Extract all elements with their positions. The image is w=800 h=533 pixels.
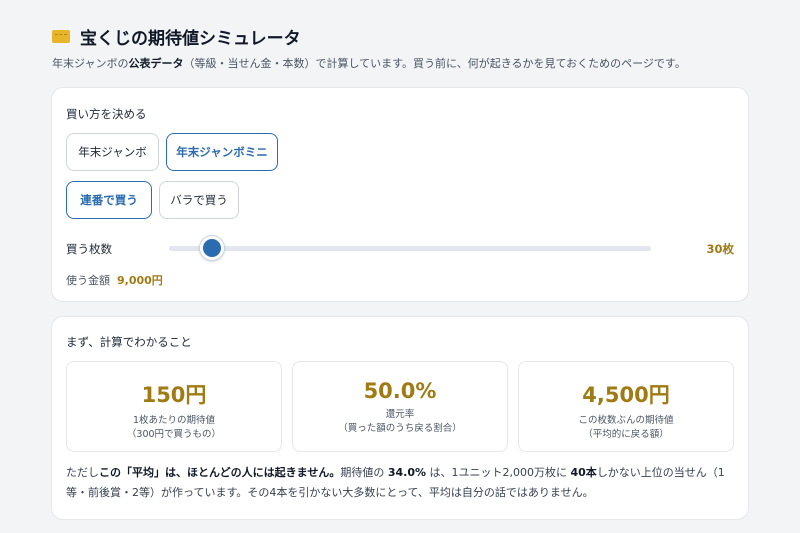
method-option-random[interactable]: バラで買う (159, 181, 239, 219)
stat-return-rate: 50.0% 還元率 （買った額のうち戻る割合） (292, 361, 508, 452)
stat-caption: この枚数ぶんの期待値 （平均的に戻る額） (519, 414, 733, 442)
lottery-option-jumbo[interactable]: 年末ジャンボ (66, 133, 159, 171)
quantity-slider-track[interactable] (169, 246, 651, 251)
page-header: 宝くじの期待値シミュレータ (52, 24, 301, 49)
stat-caption-line: 1枚あたりの期待値 (132, 415, 216, 426)
stat-expected-per-ticket: 150円 1枚あたりの期待値 （300円で買うもの） (66, 361, 282, 452)
stat-caption-line: （300円で買うもの） (126, 429, 222, 440)
note-text: ただし (66, 466, 99, 479)
note-emphasis: この「平均」は、ほとんどの人には起きません。 (99, 466, 341, 479)
stat-caption-line: この枚数ぶんの期待値 (578, 415, 674, 426)
quantity-label: 買う枚数 (66, 242, 112, 256)
note-emphasis: 34.0% (387, 466, 427, 479)
quantity-slider-thumb[interactable] (200, 236, 225, 260)
ticket-icon (52, 30, 70, 43)
stat-value: 50.0% (363, 379, 437, 403)
results-card: まず、計算でわかること 150円 1枚あたりの期待値 （300円で買うもの） 50… (51, 316, 749, 520)
note-emphasis: 40本 (570, 466, 597, 479)
subtitle-text: 年末ジャンボの (52, 57, 129, 70)
stat-value: 4,500円 (582, 383, 670, 407)
quantity-value: 30枚 (706, 242, 734, 256)
amount-label: 使う金額 (66, 274, 110, 287)
stat-expected-total: 4,500円 この枚数ぶんの期待値 （平均的に戻る額） (518, 361, 734, 452)
stat-caption: 還元率 （買った額のうち戻る割合） (293, 408, 507, 436)
stat-value: 150円 (141, 383, 207, 407)
subtitle-emphasis: 公表データ (128, 57, 184, 70)
purchase-card: 買い方を決める 年末ジャンボ 年末ジャンボミニ 連番で買う バラで買う 買う枚数… (51, 87, 749, 302)
amount-row: 使う金額 9,000円 (66, 272, 163, 288)
subtitle-text-rest: （等級・当せん金・本数）で計算しています。買う前に、何が起きるかを見ておくための… (183, 57, 686, 70)
amount-value: 9,000円 (117, 274, 163, 287)
page-subtitle: 年末ジャンボの公表データ（等級・当せん金・本数）で計算しています。買う前に、何が… (52, 55, 686, 71)
note-text: 期待値の (340, 466, 388, 479)
stat-caption-line: 還元率 (385, 409, 415, 420)
results-heading: まず、計算でわかること (66, 335, 192, 349)
page-title: 宝くじの期待値シミュレータ (80, 29, 301, 49)
stat-caption: 1枚あたりの期待値 （300円で買うもの） (67, 414, 281, 442)
stat-caption-line: （買った額のうち戻る割合） (338, 423, 462, 434)
average-warning-note: ただしこの「平均」は、ほとんどの人には起きません。期待値の 34.0% は、1ユ… (66, 463, 738, 503)
method-option-sequential[interactable]: 連番で買う (66, 181, 152, 219)
stat-caption-line: （平均的に戻る額） (583, 429, 669, 440)
lottery-option-jumbo-mini[interactable]: 年末ジャンボミニ (166, 133, 278, 171)
note-text: は、1ユニット2,000万枚に (426, 466, 571, 479)
purchase-heading: 買い方を決める (66, 107, 147, 121)
